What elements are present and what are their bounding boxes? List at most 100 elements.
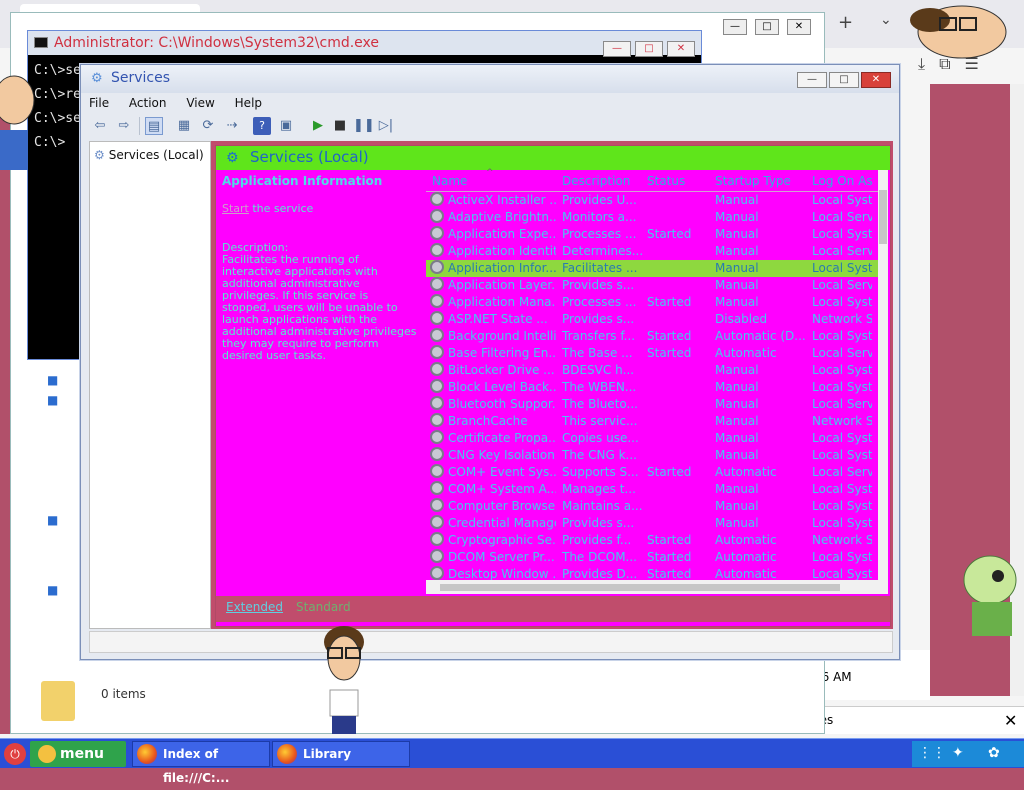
tray-expand-icon[interactable]: ⋮⋮: [918, 745, 946, 761]
service-row[interactable]: Application Layer... Provides s... Manual L…: [426, 277, 878, 294]
back-arrow-icon[interactable]: ⇦: [91, 117, 109, 135]
service-row[interactable]: Application Expe... Processes ... Started M…: [426, 226, 878, 243]
services-list: Name ^ Description Status Startup Type L…: [426, 168, 888, 596]
service-row[interactable]: BranchCache This servic... Manual Network S…: [426, 413, 878, 430]
row-description: Copies use...: [562, 431, 639, 445]
start-service-icon[interactable]: ▶: [309, 117, 327, 135]
service-row[interactable]: Application Identity Determines... Manual L…: [426, 243, 878, 260]
row-description: Processes ...: [562, 295, 637, 309]
service-row[interactable]: CNG Key Isolation The CNG k... Manual Local…: [426, 447, 878, 464]
show-hide-tree-icon[interactable]: ▤: [145, 117, 163, 135]
service-gear-icon: [430, 260, 444, 274]
row-log-on-as: Local Serv...: [812, 244, 872, 258]
console-icon[interactable]: ▣: [277, 117, 295, 135]
row-status: Started: [647, 550, 692, 564]
close-button[interactable]: ✕: [861, 72, 891, 88]
task-label: Library: [303, 747, 352, 761]
scroll-thumb[interactable]: [440, 584, 840, 591]
service-row[interactable]: ASP.NET State ... Provides s... Disabled Ne…: [426, 311, 878, 328]
row-name: BranchCache: [448, 414, 528, 428]
row-description: Provides s...: [562, 278, 635, 292]
row-startup-type: Manual: [715, 482, 759, 496]
nav-item[interactable]: ■: [47, 583, 58, 597]
pause-service-icon[interactable]: ❚❚: [353, 117, 375, 135]
taskbar-task-index[interactable]: Index of file:///C:...: [132, 741, 270, 785]
service-row[interactable]: Application Mana... Processes ... Started M…: [426, 294, 878, 311]
refresh-icon[interactable]: ⟳: [199, 117, 217, 135]
service-row[interactable]: Computer Browser Maintains a... Manual Loca…: [426, 498, 878, 515]
tray-app-icon[interactable]: ✦: [952, 745, 964, 761]
row-name: Cryptographic Se...: [448, 533, 556, 547]
service-row[interactable]: Cryptographic Se... Provides f... Started A…: [426, 532, 878, 549]
close-button[interactable]: ✕: [667, 41, 695, 57]
service-row[interactable]: Certificate Propa... Copies use... Manual L…: [426, 430, 878, 447]
power-icon[interactable]: ⏻: [4, 743, 26, 765]
restart-service-icon[interactable]: ▷|: [377, 117, 395, 135]
row-startup-type: Manual: [715, 261, 759, 275]
row-description: The DCOM...: [562, 550, 637, 564]
row-startup-type: Manual: [715, 431, 759, 445]
tray-app-icon[interactable]: ✿: [988, 745, 1000, 761]
services-content: ⚙ Services (Local) ⚙ Services (Local) App…: [89, 141, 893, 629]
maximize-button[interactable]: □: [829, 72, 859, 88]
service-row[interactable]: Block Level Back... The WBEN... Manual Loca…: [426, 379, 878, 396]
minimize-button[interactable]: —: [797, 72, 827, 88]
minimize-button[interactable]: —: [723, 19, 747, 35]
cartoon-head-sprite: [910, 5, 1007, 59]
service-row[interactable]: Base Filtering En... The Base ... Started A…: [426, 345, 878, 362]
horizontal-scrollbar[interactable]: [426, 580, 888, 594]
menu-action[interactable]: Action: [129, 93, 167, 113]
stop-service-icon[interactable]: ■: [331, 117, 349, 135]
menu-help[interactable]: Help: [235, 93, 262, 113]
nav-item[interactable]: ■: [47, 393, 58, 407]
service-row[interactable]: Credential Manager Provides s... Manual Loc…: [426, 515, 878, 532]
row-log-on-as: Local Syst...: [812, 227, 872, 241]
cmd-titlebar[interactable]: Administrator: C:\Windows\System32\cmd.e…: [28, 31, 701, 57]
tab-standard[interactable]: Standard: [296, 600, 351, 614]
column-startup-type[interactable]: Startup Type: [715, 174, 791, 188]
close-button[interactable]: ✕: [787, 19, 811, 35]
nav-item[interactable]: ■: [47, 373, 58, 387]
menu-file[interactable]: File: [89, 93, 109, 113]
taskbar-task-library[interactable]: Library: [272, 741, 410, 767]
minimize-button[interactable]: —: [603, 41, 631, 57]
service-row[interactable]: BitLocker Drive ... BDESVC h... Manual Loca…: [426, 362, 878, 379]
forward-arrow-icon[interactable]: ⇨: [115, 117, 133, 135]
properties-icon[interactable]: ▦: [175, 117, 193, 135]
nav-item[interactable]: ■: [47, 513, 58, 527]
service-row[interactable]: DCOM Server Pr... The DCOM... Started Autom…: [426, 549, 878, 566]
help-icon[interactable]: ?: [253, 117, 271, 135]
start-service-line: Start the service: [222, 202, 418, 215]
vertical-scrollbar[interactable]: [878, 170, 888, 580]
column-description[interactable]: Description: [562, 174, 630, 188]
service-row[interactable]: Bluetooth Suppor... The Blueto... Manual Lo…: [426, 396, 878, 413]
service-row[interactable]: Application Infor... Facilitates ... Manua…: [426, 260, 878, 277]
services-titlebar[interactable]: ⚙ Services — □ ✕: [81, 65, 899, 93]
row-description: The CNG k...: [562, 448, 637, 462]
column-name[interactable]: Name: [432, 174, 467, 188]
row-startup-type: Automatic: [715, 346, 777, 360]
column-status[interactable]: Status: [647, 174, 685, 188]
maximize-button[interactable]: □: [635, 41, 663, 57]
tree-node-services-local[interactable]: ⚙ Services (Local): [94, 148, 204, 162]
row-log-on-as: Local Syst...: [812, 550, 872, 564]
service-row[interactable]: COM+ Event Sys... Supports S... Started Aut…: [426, 464, 878, 481]
row-status: Started: [647, 567, 692, 581]
export-list-icon[interactable]: ⇢: [223, 117, 241, 135]
column-log-on-as[interactable]: Log On As: [812, 174, 873, 188]
start-menu-button[interactable]: menu: [30, 741, 126, 767]
close-icon[interactable]: ✕: [1004, 711, 1017, 730]
chevron-down-icon[interactable]: ⌄: [880, 12, 892, 28]
row-name: ActiveX Installer ...: [448, 193, 556, 207]
cartoon-figure-sprite: [324, 626, 364, 734]
scroll-thumb[interactable]: [879, 190, 887, 244]
tab-extended[interactable]: Extended: [226, 600, 283, 614]
new-tab-icon[interactable]: +: [838, 12, 853, 33]
service-row[interactable]: Background Intelli... Transfers f... Start…: [426, 328, 878, 345]
menu-view[interactable]: View: [186, 93, 214, 113]
service-row[interactable]: COM+ System A... Manages t... Manual Local …: [426, 481, 878, 498]
start-service-link[interactable]: Start: [222, 202, 249, 215]
maximize-button[interactable]: □: [755, 19, 779, 35]
service-row[interactable]: ActiveX Installer ... Provides U... Manual…: [426, 192, 878, 209]
service-row[interactable]: Adaptive Brightn... Monitors a... Manual Lo…: [426, 209, 878, 226]
